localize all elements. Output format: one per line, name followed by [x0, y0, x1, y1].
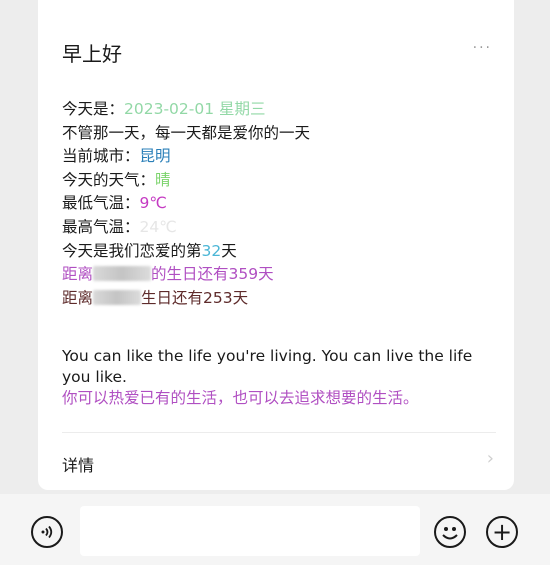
voice-waves-icon [41, 525, 53, 539]
more-options-button[interactable]: ··· [473, 40, 492, 56]
date-line: 今天是：2023-02-01 星期三 [62, 100, 266, 118]
quote-block: You can like the life you're living. You… [62, 346, 502, 409]
redacted-name [93, 266, 152, 282]
message-body: 今天是：2023-02-01 星期三 不管那一天，每一天都是爱你的一天 当前城市… [62, 98, 310, 310]
love-line: 不管那一天，每一天都是爱你的一天 [62, 123, 311, 142]
anniversary-line: 今天是我们恋爱的第32天 [62, 241, 237, 260]
quote-chinese: 你可以热爱已有的生活，也可以去追求想要的生活。 [62, 389, 419, 407]
low-temp-line: 最低气温：9℃ [62, 194, 167, 213]
smile-face-icon [442, 527, 458, 540]
details-link[interactable]: 详情 [62, 452, 94, 476]
anniversary-number: 32 [201, 241, 222, 260]
city-value: 昆明 [139, 147, 171, 166]
redacted-name [93, 289, 142, 305]
divider [62, 432, 496, 433]
quote-english: You can like the life you're living. You… [62, 347, 473, 386]
chevron-right-icon: › [486, 448, 494, 469]
emoji-icon[interactable] [434, 516, 466, 548]
birthday-line-2: 距离 生日还有253天 [62, 288, 249, 307]
date-value: 2023-02-01 星期三 [124, 100, 266, 118]
message-input[interactable] [80, 506, 420, 556]
low-temp-value: 9℃ [139, 194, 167, 213]
message-card[interactable]: 早上好 ··· 今天是：2023-02-01 星期三 不管那一天，每一天都是爱你… [38, 0, 514, 490]
high-temp-value: 24℃ [139, 217, 177, 236]
weather-value: 晴 [155, 170, 171, 189]
voice-icon[interactable] [31, 516, 63, 548]
city-line: 当前城市：昆明 [62, 147, 171, 166]
plus-icon[interactable]: + [486, 516, 518, 548]
high-temp-line: 最高气温：24℃ [62, 217, 177, 236]
birthday-line-1: 距离 的生日还有359天 [62, 265, 274, 284]
message-title: 早上好 [62, 42, 122, 66]
weather-line: 今天的天气：晴 [62, 170, 171, 189]
